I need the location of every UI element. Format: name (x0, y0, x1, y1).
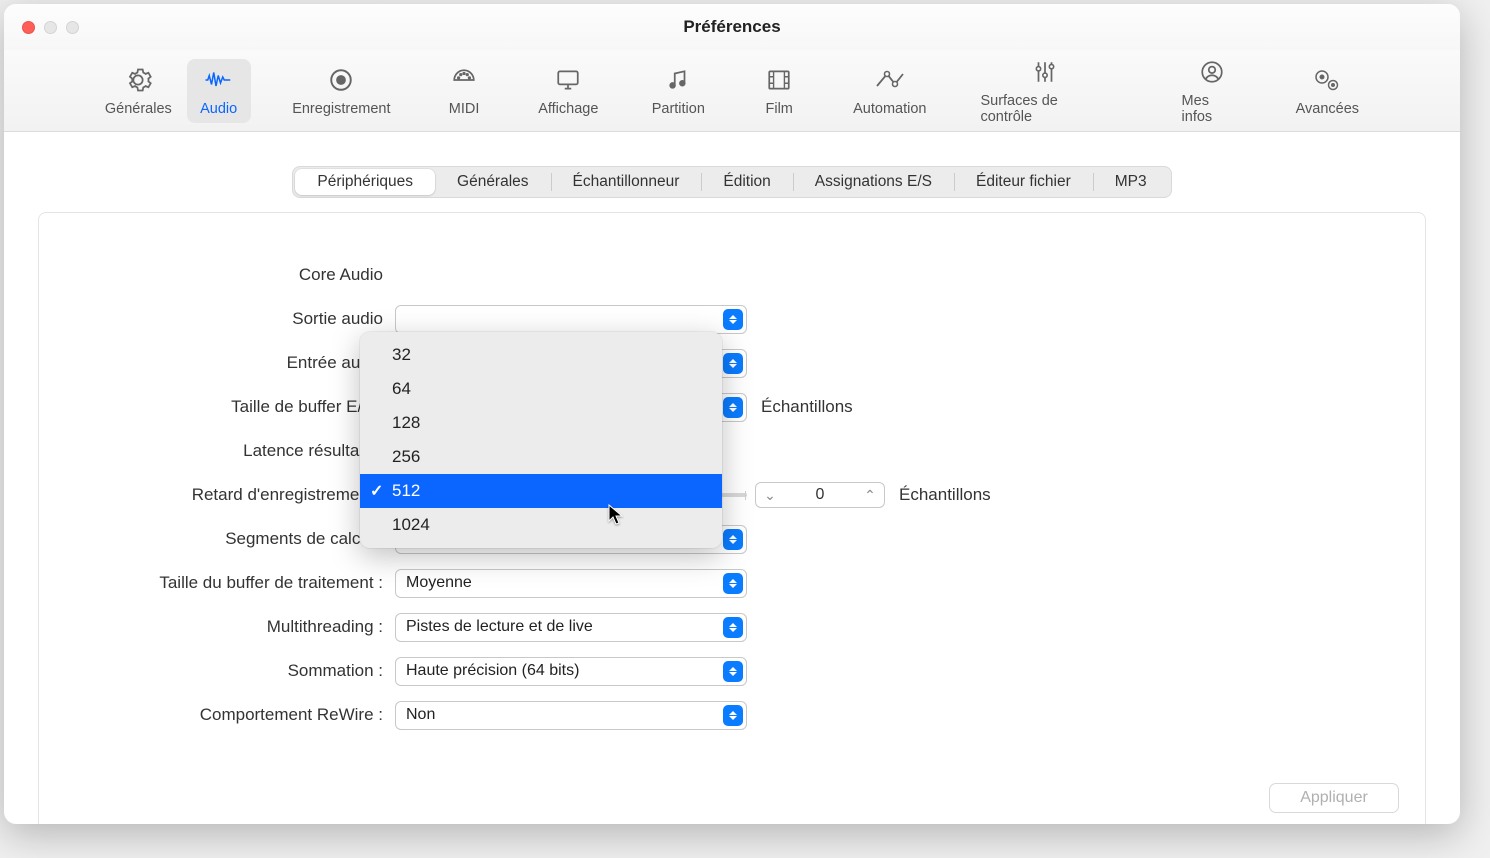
dropdown-option-1024[interactable]: 1024 (360, 508, 722, 542)
label-core-audio: Core Audio (39, 265, 395, 285)
subtab-edition[interactable]: Édition (701, 169, 792, 195)
music-notes-icon (662, 65, 694, 95)
subtab-generales[interactable]: Générales (435, 169, 551, 195)
tab-generales[interactable]: Générales (94, 59, 183, 123)
retard-value: 0 (784, 486, 856, 504)
label-latence: Latence résultante (39, 441, 395, 461)
tab-affichage[interactable]: Affichage (527, 59, 609, 123)
subtab-assignations[interactable]: Assignations E/S (793, 169, 954, 195)
film-icon (763, 65, 795, 95)
gears-icon (1311, 65, 1343, 95)
dropdown-option-512[interactable]: 512 (360, 474, 722, 508)
tab-label: Affichage (538, 101, 598, 117)
tab-film[interactable]: Film (747, 59, 811, 123)
suffix-echantillons-2: Échantillons (899, 485, 991, 505)
tab-surfaces[interactable]: Surfaces de contrôle (968, 51, 1121, 131)
waveform-icon (203, 65, 235, 95)
dropdown-option-32[interactable]: 32 (360, 338, 722, 372)
mouse-cursor-icon (608, 504, 626, 531)
tab-label: Surfaces de contrôle (980, 93, 1109, 125)
buffer-size-dropdown: 32 64 128 256 512 1024 (360, 332, 722, 548)
tab-avancees[interactable]: Avancées (1285, 59, 1370, 123)
sub-tabs: Périphériques Générales Échantillonneur … (292, 166, 1171, 198)
tab-label: MIDI (449, 101, 480, 117)
multithreading-popup[interactable]: Pistes de lecture et de live (395, 613, 747, 642)
tab-enregistrement[interactable]: Enregistrement (282, 59, 401, 123)
gear-icon (122, 65, 154, 95)
tab-label: Automation (853, 101, 926, 117)
label-buffer-io: Taille de buffer E/S : (39, 397, 395, 417)
dropdown-option-256[interactable]: 256 (360, 440, 722, 474)
display-icon (552, 65, 584, 95)
tab-label: Partition (652, 101, 705, 117)
subtab-peripheriques[interactable]: Périphériques (295, 169, 435, 195)
dropdown-option-128[interactable]: 128 (360, 406, 722, 440)
label-sortie-audio: Sortie audio (39, 309, 395, 329)
label-segments: Segments de calcul : (39, 529, 395, 549)
dropdown-option-64[interactable]: 64 (360, 372, 722, 406)
tab-partition[interactable]: Partition (641, 59, 716, 123)
sliders-icon (1029, 57, 1061, 87)
tab-automation[interactable]: Automation (842, 59, 937, 123)
toolbar: Générales Audio Enregistrement MIDI (4, 50, 1460, 132)
window-title: Préférences (4, 17, 1460, 37)
titlebar: Préférences (4, 4, 1460, 50)
label-multithreading: Multithreading : (39, 617, 395, 637)
sortie-audio-popup[interactable] (395, 305, 747, 334)
preferences-window: Préférences Générales Audio Enregistreme… (4, 4, 1460, 824)
step-down-icon[interactable]: ⌄ (756, 483, 784, 507)
subtab-echantillonneur[interactable]: Échantillonneur (551, 169, 702, 195)
tab-mes-infos[interactable]: Mes infos (1170, 51, 1254, 131)
label-buffer-traitement: Taille du buffer de traitement : (39, 573, 395, 593)
rewire-popup[interactable]: Non (395, 701, 747, 730)
step-up-icon[interactable]: ⌃ (856, 483, 884, 507)
automation-icon (874, 65, 906, 95)
tab-label: Audio (200, 101, 237, 117)
tab-midi[interactable]: MIDI (432, 59, 496, 123)
tab-label: Enregistrement (292, 101, 390, 117)
buffer-traitement-popup[interactable]: Moyenne (395, 569, 747, 598)
label-entree-audio: Entrée audio (39, 353, 395, 373)
tab-label: Générales (105, 101, 172, 117)
label-sommation: Sommation : (39, 661, 395, 681)
midi-icon (448, 65, 480, 95)
settings-panel: Core Audio Sortie audio Entrée audio Tai… (38, 212, 1426, 824)
suffix-echantillons: Échantillons (761, 397, 853, 417)
record-icon (325, 65, 357, 95)
tab-label: Film (765, 101, 792, 117)
retard-stepper[interactable]: ⌄ 0 ⌃ (755, 482, 885, 508)
label-rewire: Comportement ReWire : (39, 705, 395, 725)
subtab-mp3[interactable]: MP3 (1093, 169, 1169, 195)
content-area: Périphériques Générales Échantillonneur … (4, 132, 1460, 824)
sommation-popup[interactable]: Haute précision (64 bits) (395, 657, 747, 686)
user-circle-icon (1196, 57, 1228, 87)
tab-label: Mes infos (1182, 93, 1242, 125)
subtab-editeur-fichier[interactable]: Éditeur fichier (954, 169, 1093, 195)
tab-audio[interactable]: Audio (187, 59, 251, 123)
tab-label: Avancées (1296, 101, 1359, 117)
label-retard: Retard d'enregistrement : (39, 485, 395, 505)
apply-button[interactable]: Appliquer (1269, 783, 1399, 813)
